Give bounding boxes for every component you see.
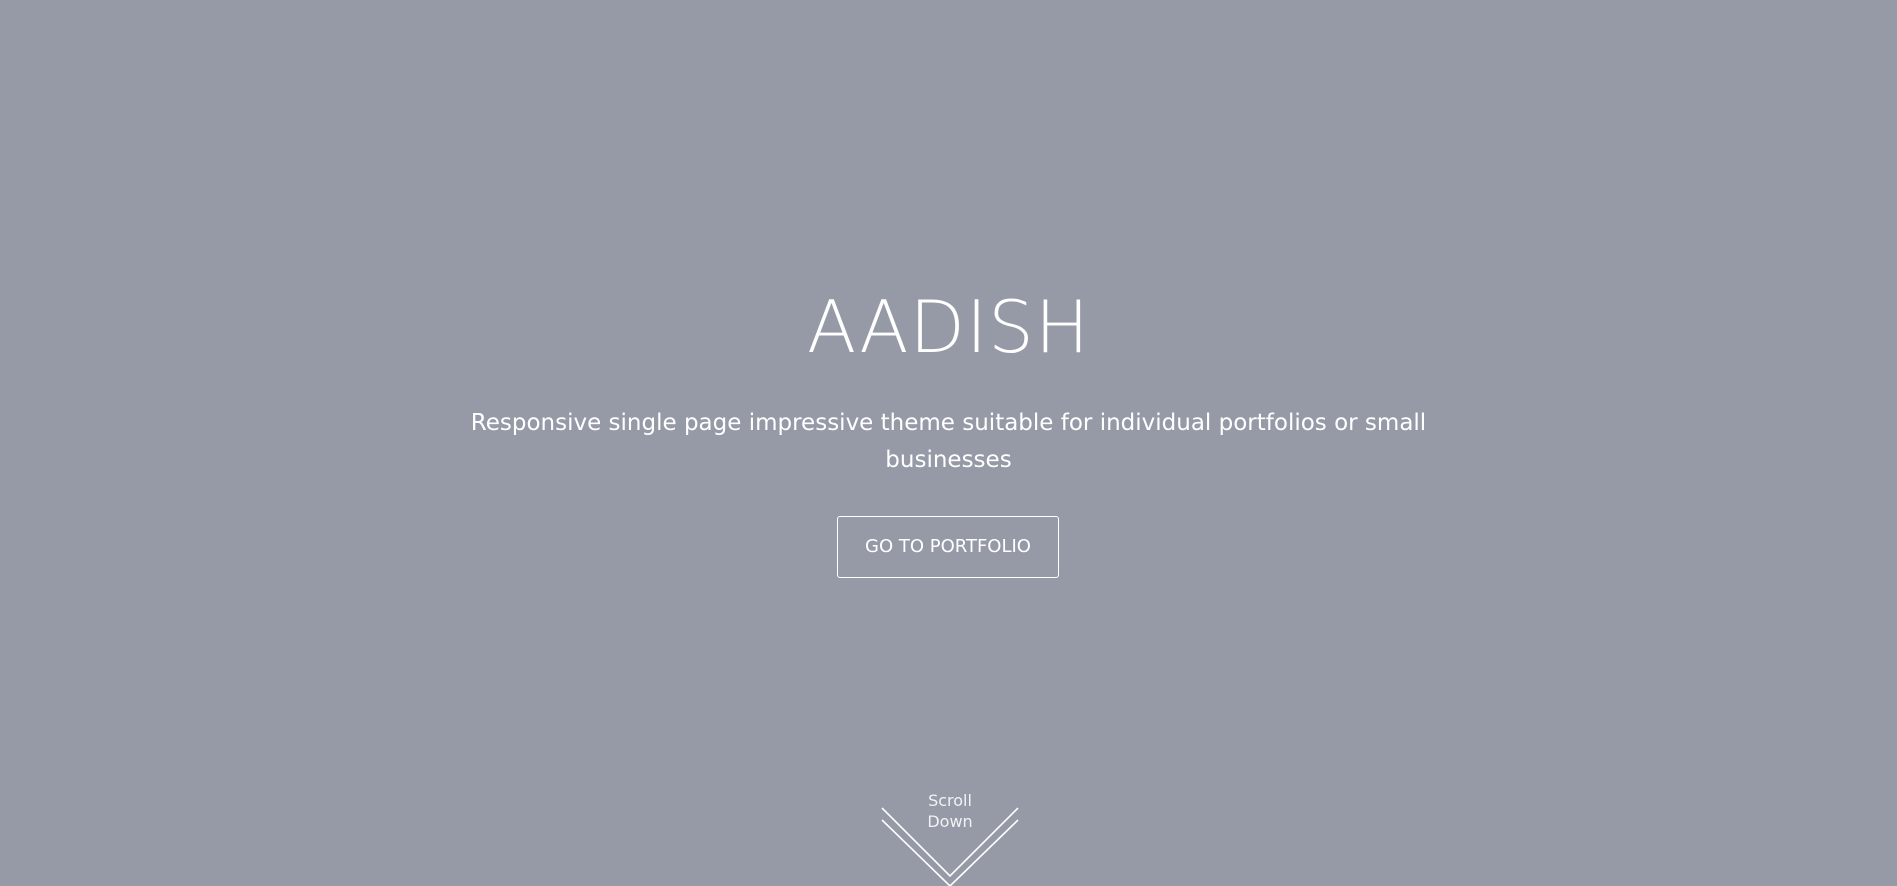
scroll-down-label: Scroll Down	[879, 790, 1021, 832]
site-title: AADISH	[806, 285, 1091, 369]
scroll-label-line1: Scroll	[928, 791, 972, 810]
site-tagline: Responsive single page impressive theme …	[470, 410, 1427, 473]
scroll-label-line2: Down	[927, 812, 973, 831]
go-to-portfolio-button[interactable]: GO TO PORTFOLIO	[837, 516, 1059, 578]
hero-section: AADISH Responsive single page impressive…	[0, 0, 1897, 886]
scroll-down-link[interactable]: Scroll Down	[879, 790, 1021, 886]
